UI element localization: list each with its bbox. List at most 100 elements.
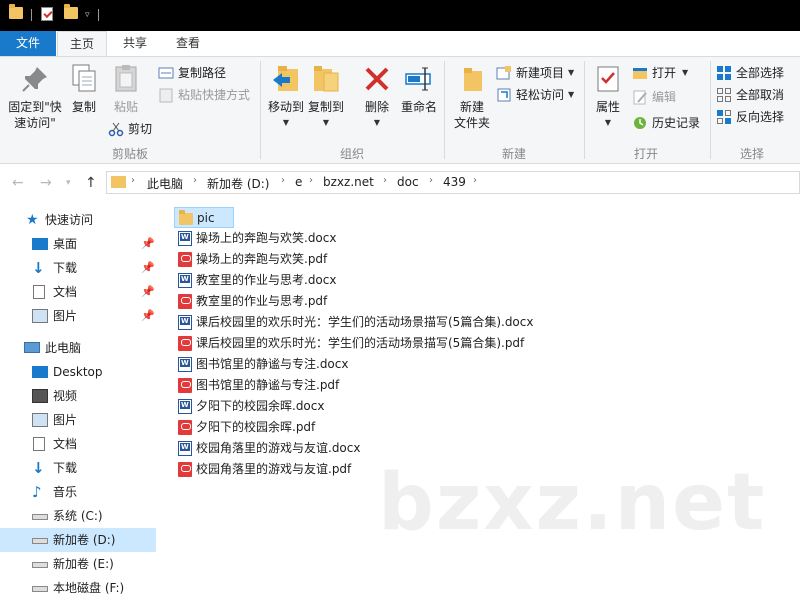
new-folder-quick-icon[interactable] <box>64 4 78 19</box>
nav-pc-desktop[interactable]: Desktop <box>0 360 156 384</box>
recent-locations-chevron-icon[interactable]: ▾ <box>66 178 71 188</box>
new-folder-icon <box>464 68 482 91</box>
tab-share[interactable]: 共享 <box>110 31 160 56</box>
word-document-icon <box>178 273 192 288</box>
nav-pc-documents[interactable]: 文档 <box>0 432 156 456</box>
nav-pictures[interactable]: 图片 📌 <box>0 304 156 328</box>
chevron-right-icon[interactable]: › <box>309 175 313 186</box>
breadcrumb-this-pc[interactable]: 此电脑 <box>147 175 183 192</box>
properties-icon <box>597 66 619 92</box>
copy-to-icon <box>314 66 339 92</box>
breadcrumb-e[interactable]: e <box>295 175 302 189</box>
nav-pc-desktop-label: Desktop <box>53 365 103 379</box>
new-folder-label-line2: 文件夹 <box>453 116 490 130</box>
file-name: 课后校园里的欢乐时光：学生们的活动场景描写(5篇合集).docx <box>196 315 534 329</box>
separator <box>98 9 99 21</box>
breadcrumb-doc[interactable]: doc <box>397 175 419 189</box>
pin-to-quick-access-button[interactable]: 固定到"快 速访问" <box>4 63 66 131</box>
forward-arrow-icon[interactable]: → <box>40 175 52 191</box>
delete-button[interactable]: 删除 ▼ <box>359 63 395 131</box>
nav-videos[interactable]: 视频 <box>0 384 156 408</box>
group-separator <box>584 61 585 159</box>
tab-file[interactable]: 文件 <box>0 31 56 56</box>
history-label: 历史记录 <box>652 116 701 130</box>
up-arrow-icon[interactable]: ↑ <box>85 175 97 191</box>
nav-desktop[interactable]: 桌面 📌 <box>0 232 156 256</box>
computer-icon <box>24 342 40 353</box>
nav-pc-downloads[interactable]: ↓ 下载 <box>0 456 156 480</box>
invert-selection-icon <box>717 110 731 124</box>
properties-button[interactable]: 属性 ▼ <box>590 63 626 131</box>
title-bar: ▿ <box>0 0 800 31</box>
copy-label: 复制 <box>71 100 96 114</box>
address-row: ← → ▾ ↑ › 此电脑 › 新加卷 (D:) › e › bzxz.net … <box>0 164 800 202</box>
nav-documents[interactable]: 文档 📌 <box>0 280 156 304</box>
folder-icon <box>179 210 193 225</box>
paste-shortcut-icon <box>159 88 173 103</box>
file-name: 课后校园里的欢乐时光：学生们的活动场景描写(5篇合集).pdf <box>196 336 525 350</box>
nav-pc-pictures[interactable]: 图片 <box>0 408 156 432</box>
clipboard-group-label: 剪贴板 <box>111 147 148 161</box>
nav-drive-c[interactable]: 系统 (C:) <box>0 504 156 528</box>
edit-label: 编辑 <box>652 90 677 104</box>
paste-label: 粘贴 <box>113 100 138 114</box>
chevron-down-icon: ▼ <box>568 68 575 77</box>
video-icon <box>32 389 48 403</box>
address-bar[interactable]: › 此电脑 › 新加卷 (D:) › e › bzxz.net › doc › … <box>106 171 800 194</box>
customize-quick-access-icon[interactable]: ▿ <box>85 10 90 20</box>
chevron-right-icon[interactable]: › <box>429 175 433 186</box>
copy-to-button[interactable]: 复制到 ▼ <box>306 63 346 131</box>
nav-documents-label: 文档 <box>53 285 78 299</box>
drive-icon <box>32 562 48 568</box>
nav-drive-d-label: 新加卷 (D:) <box>53 533 116 547</box>
rename-button[interactable]: 重命名 <box>398 63 440 115</box>
chevron-right-icon[interactable]: › <box>473 175 477 186</box>
new-item-label: 新建项目 <box>516 66 565 80</box>
pdf-icon <box>178 336 192 351</box>
group-separator <box>260 61 261 159</box>
tab-view[interactable]: 查看 <box>163 31 213 56</box>
delete-icon <box>365 67 389 91</box>
back-arrow-icon[interactable]: ← <box>12 175 24 191</box>
pdf-icon <box>178 378 192 393</box>
chevron-right-icon[interactable]: › <box>383 175 387 186</box>
nav-drive-f[interactable]: 本地磁盘 (F:) <box>0 576 156 600</box>
file-name: 校园角落里的游戏与友谊.pdf <box>196 462 352 476</box>
pdf-icon <box>178 420 192 435</box>
nav-this-pc[interactable]: 此电脑 <box>0 336 156 360</box>
folder-icon <box>111 176 126 188</box>
breadcrumb-bzxz[interactable]: bzxz.net <box>323 175 374 189</box>
file-name: 夕阳下的校园余晖.pdf <box>196 420 316 434</box>
nav-downloads[interactable]: ↓ 下载 📌 <box>0 256 156 280</box>
nav-quick-access[interactable]: ★ 快速访问 <box>0 208 156 232</box>
properties-quick-icon[interactable] <box>41 7 53 21</box>
desktop-icon <box>32 238 48 250</box>
nav-music[interactable]: ♪ 音乐 <box>0 480 156 504</box>
properties-label: 属性 <box>595 100 620 114</box>
separator <box>31 9 32 21</box>
organize-group-label: 组织 <box>339 147 364 161</box>
chevron-right-icon[interactable]: › <box>131 175 135 186</box>
nav-drive-d[interactable]: 新加卷 (D:) <box>0 528 156 552</box>
chevron-down-icon: ▼ <box>568 90 575 99</box>
copy-to-label: 复制到 <box>307 100 344 114</box>
new-folder-label-line1: 新建 <box>459 100 484 114</box>
open-icon <box>633 68 647 79</box>
pin-label-line2: 速访问" <box>14 116 56 130</box>
move-to-button[interactable]: 移动到 ▼ <box>264 63 308 131</box>
nav-drive-e[interactable]: 新加卷 (E:) <box>0 552 156 576</box>
breadcrumb-439[interactable]: 439 <box>443 175 466 189</box>
chevron-right-icon[interactable]: › <box>281 175 285 186</box>
list-item[interactable]: pic <box>174 207 234 228</box>
new-folder-button[interactable]: 新建 文件夹 <box>450 63 494 131</box>
nav-drive-c-label: 系统 (C:) <box>53 509 103 523</box>
copy-button[interactable]: 复制 <box>68 63 100 115</box>
breadcrumb-drive-d[interactable]: 新加卷 (D:) <box>207 175 269 192</box>
pdf-icon <box>178 462 192 477</box>
word-document-icon <box>178 315 192 330</box>
chevron-right-icon[interactable]: › <box>193 175 197 186</box>
tab-home[interactable]: 主页 <box>57 31 107 57</box>
music-note-icon: ♪ <box>32 483 42 501</box>
nav-drive-e-label: 新加卷 (E:) <box>53 557 114 571</box>
paste-button[interactable]: 粘贴 <box>108 63 144 115</box>
